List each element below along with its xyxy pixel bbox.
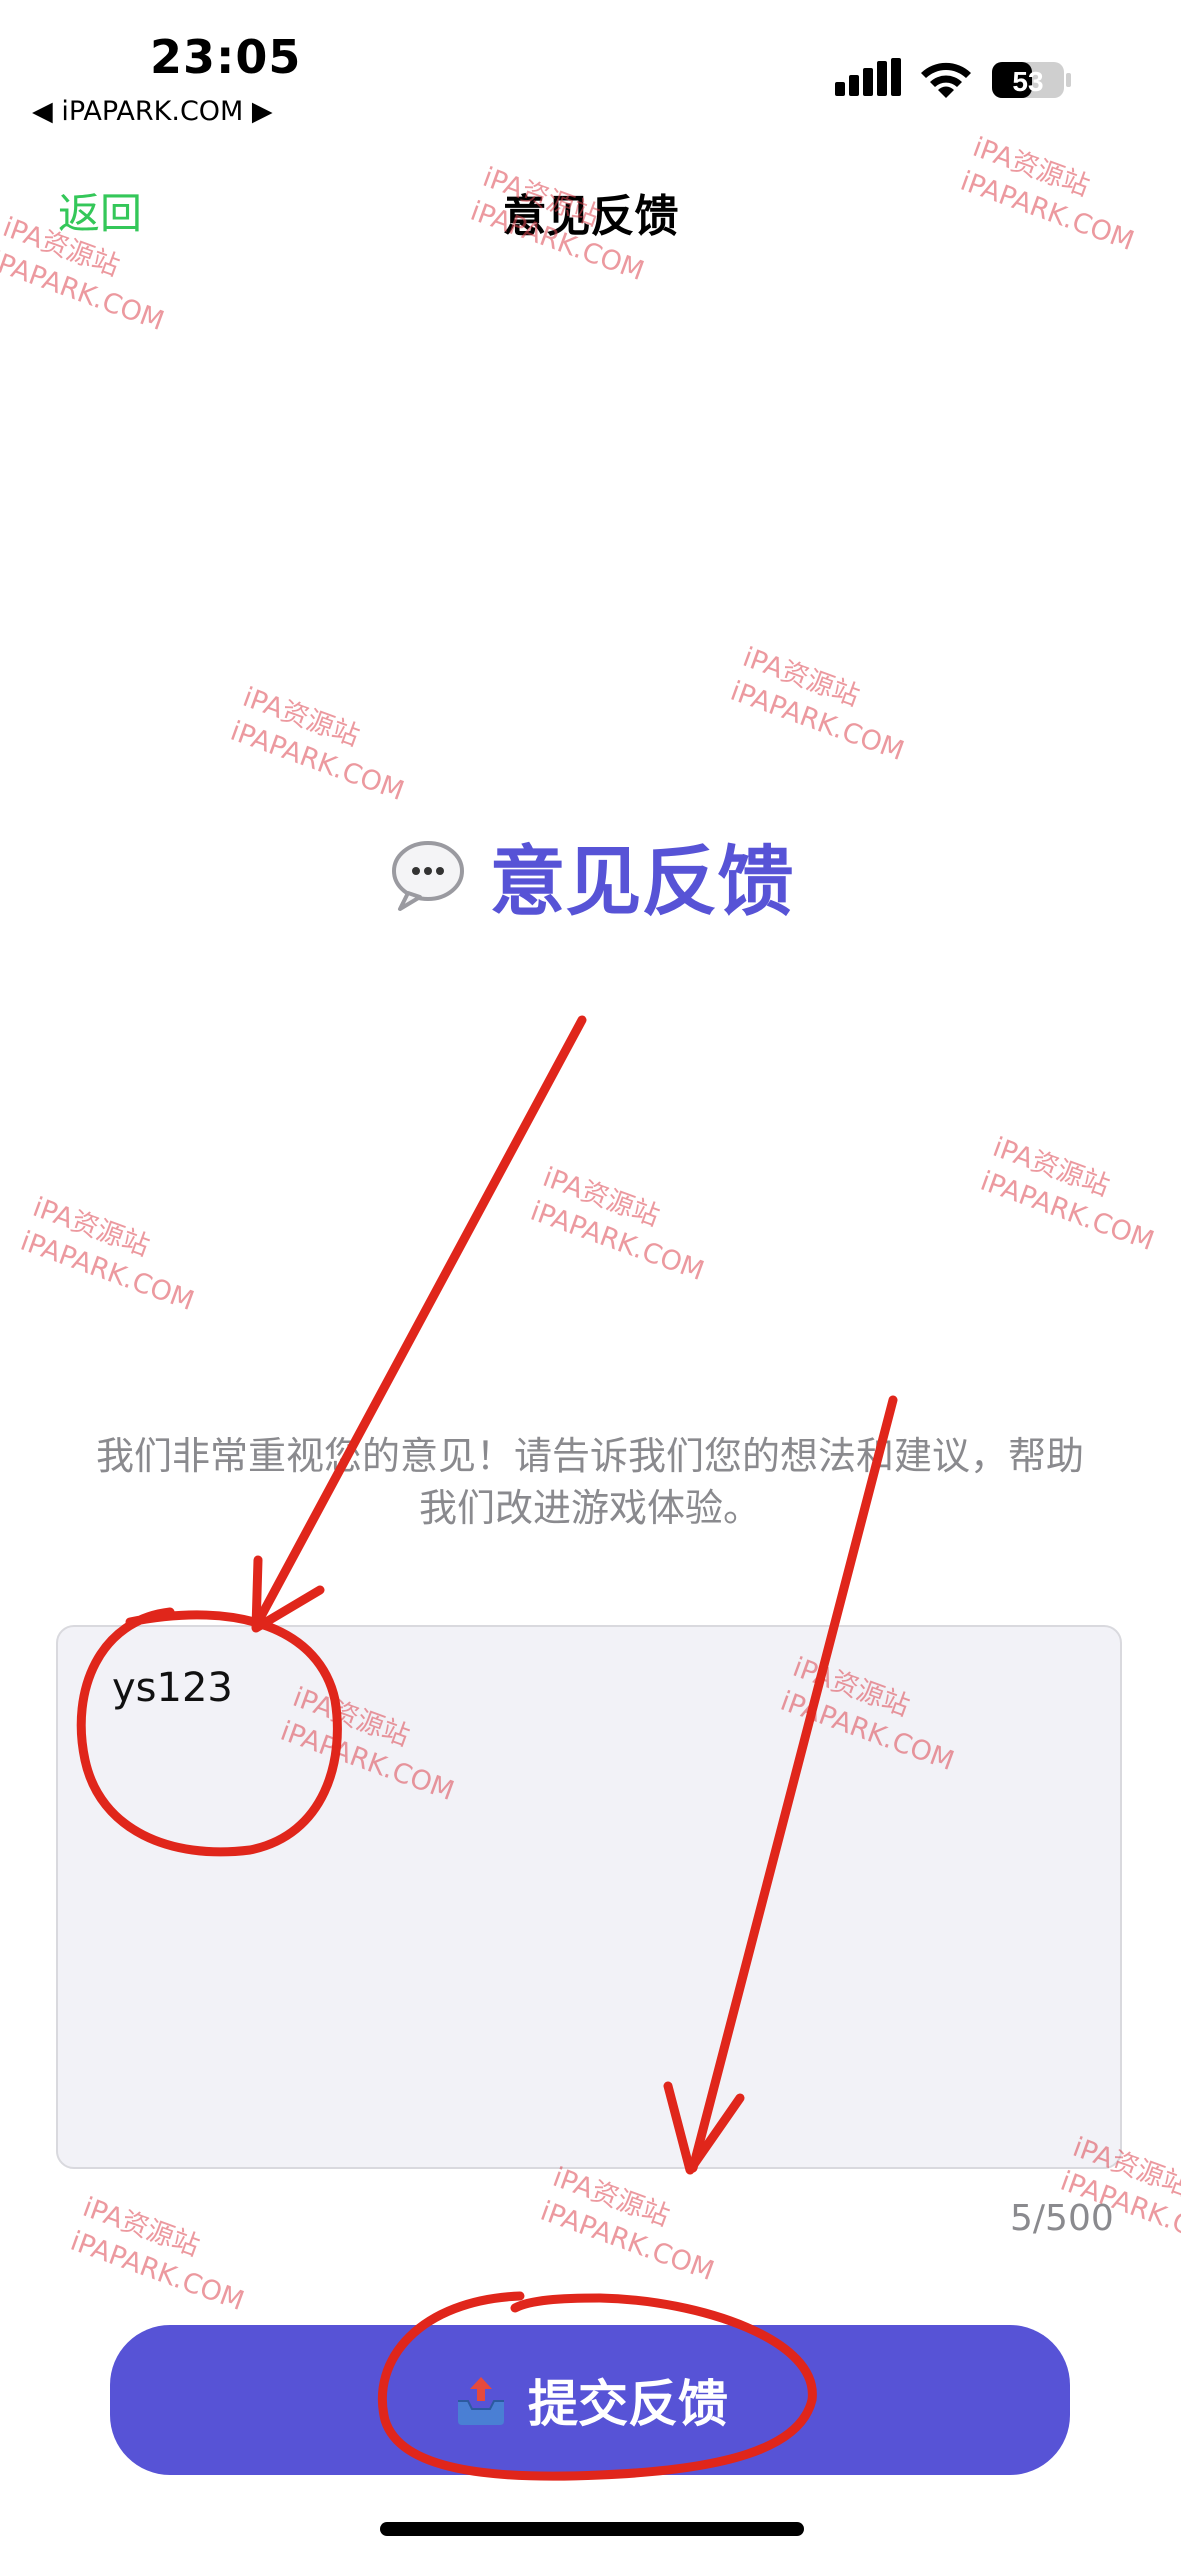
submit-feedback-button[interactable]: 提交反馈 [110, 2325, 1070, 2475]
watermark: iPA资源站 iPAPARK.COM [66, 2191, 249, 2318]
watermark: iPA资源站 iPAPARK.COM [226, 681, 409, 808]
speech-bubble-icon [391, 841, 464, 911]
watermark: iPA资源站 iPAPARK.COM [526, 1161, 709, 1288]
cellular-signal-icon [835, 58, 901, 96]
carrier-label[interactable]: ◀ iPAPARK.COM ▶ [32, 96, 273, 127]
watermark: iPA资源站 iPAPARK.COM [976, 1131, 1159, 1258]
heading-text: 意见反馈 [489, 837, 794, 926]
home-indicator [380, 2522, 804, 2536]
description-text: 我们非常重视您的意见！请告诉我们您的想法和建议，帮助我们改进游戏体验。 [95, 1434, 1084, 1530]
status-time: 23:05 [150, 30, 302, 84]
annotation-arrowhead-1 [251, 1555, 325, 1633]
watermark: iPA资源站 iPAPARK.COM [726, 641, 909, 768]
watermark: iPA资源站 iPAPARK.COM [1056, 2131, 1181, 2258]
wifi-icon [921, 62, 971, 98]
outbox-tray-icon [458, 2377, 504, 2425]
watermark: iPA资源站 iPAPARK.COM [16, 1191, 199, 1318]
battery-level: 53 [1012, 66, 1043, 97]
battery-icon: 53 [992, 62, 1071, 98]
feedback-input-value[interactable]: ys123 [112, 1665, 233, 1711]
submit-label: 提交反馈 [528, 2375, 728, 2433]
watermark: iPA资源站 iPAPARK.COM [536, 2161, 719, 2288]
page-heading: 意见反馈 [0, 820, 1181, 930]
